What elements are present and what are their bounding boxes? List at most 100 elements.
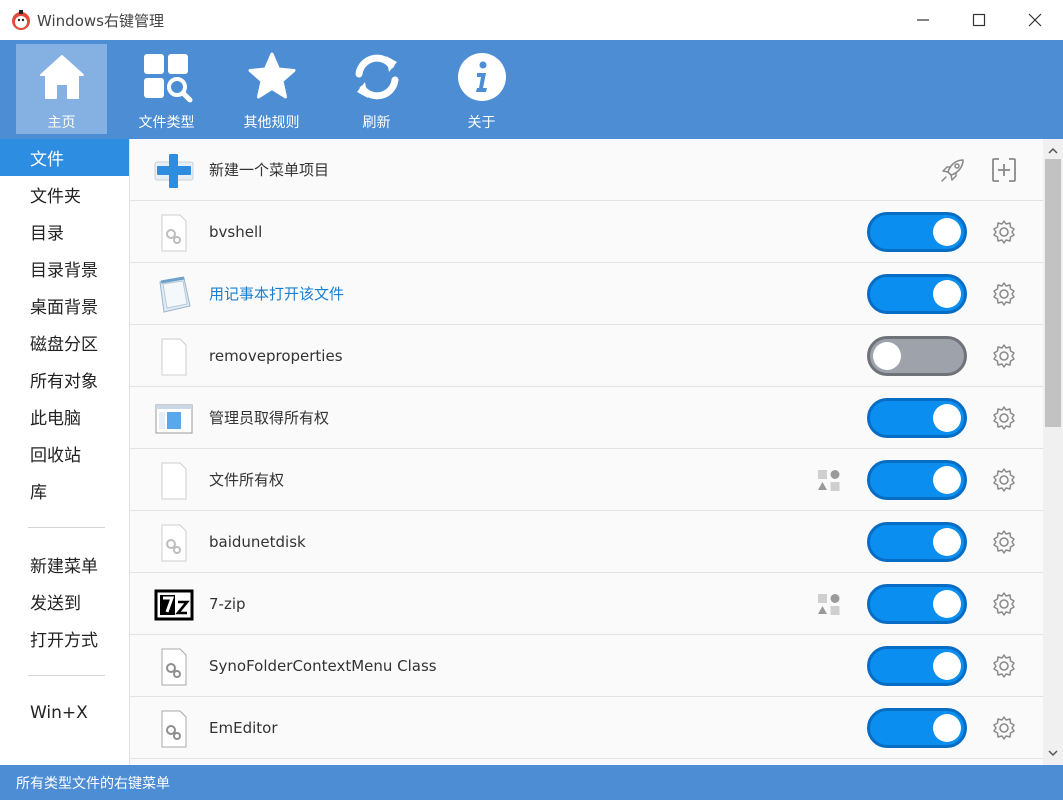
toolbar-refresh-label: 刷新 xyxy=(362,115,391,131)
toolbar-home-button[interactable]: 主页 xyxy=(16,44,107,134)
status-text: 所有类型文件的右键菜单 xyxy=(16,775,170,792)
minimize-icon xyxy=(917,19,929,21)
toolbar-about-label: 关于 xyxy=(467,115,496,131)
maximize-button[interactable] xyxy=(951,0,1007,40)
sidebar-item-all-objects[interactable]: 所有对象 xyxy=(0,361,129,398)
main-toolbar: 主页 文件类型 其他规则 刷新 关于 xyxy=(0,40,1063,139)
menu-item-label: 管理员取得所有权 xyxy=(209,409,330,427)
menu-item-list: 新建一个菜单项目 bvshell 用记事本打开该文件 removepropert… xyxy=(130,139,1043,765)
menu-item-label: baidunetdisk xyxy=(209,532,306,551)
sidebar-item-desktop-background[interactable]: 桌面背景 xyxy=(0,287,129,324)
maximize-icon xyxy=(972,13,986,27)
menu-item-row[interactable]: removeproperties xyxy=(130,325,1043,387)
toolbar-other-rules-button[interactable]: 其他规则 xyxy=(226,44,317,134)
sidebar-item-drive[interactable]: 磁盘分区 xyxy=(0,324,129,361)
menu-item-label: 文件所有权 xyxy=(209,471,285,489)
gear-icon[interactable] xyxy=(991,467,1017,493)
add-item-icon[interactable] xyxy=(990,156,1018,184)
star-icon xyxy=(248,52,295,99)
enable-toggle[interactable] xyxy=(867,398,967,438)
rocket-icon[interactable] xyxy=(938,155,968,185)
gear-icon[interactable] xyxy=(991,715,1017,741)
enable-toggle[interactable] xyxy=(867,212,967,252)
gear-icon[interactable] xyxy=(991,405,1017,431)
menu-item-label: SynoFolderContextMenu Class xyxy=(209,656,437,675)
gear-document-icon xyxy=(154,648,194,686)
gear-document-icon xyxy=(154,710,194,748)
home-icon xyxy=(39,55,84,99)
sidebar-divider xyxy=(28,675,105,676)
sidebar-item-recycle-bin[interactable]: 回收站 xyxy=(0,435,129,472)
toolbar-refresh-button[interactable]: 刷新 xyxy=(331,44,422,134)
menu-item-row[interactable]: 文件所有权 xyxy=(130,449,1043,511)
vertical-scrollbar[interactable] xyxy=(1043,139,1063,765)
status-bar: 所有类型文件的右键菜单 xyxy=(0,765,1063,800)
sidebar-item-folder[interactable]: 文件夹 xyxy=(0,176,129,213)
file-type-search-icon xyxy=(143,54,192,103)
gear-icon[interactable] xyxy=(991,219,1017,245)
gear-document-icon xyxy=(154,214,194,252)
sidebar-item-directory[interactable]: 目录 xyxy=(0,213,129,250)
sidebar-divider xyxy=(28,527,105,528)
sidebar-item-library[interactable]: 库 xyxy=(0,472,129,509)
scroll-up-arrow-icon[interactable] xyxy=(1043,141,1063,161)
menu-item-row[interactable]: 7-zip xyxy=(130,573,1043,635)
sidebar-item-file[interactable]: 文件 xyxy=(0,139,129,176)
gear-icon[interactable] xyxy=(991,281,1017,307)
toolbar-file-types-label: 文件类型 xyxy=(138,115,195,131)
info-icon xyxy=(457,53,506,101)
app-logo-icon xyxy=(12,10,30,30)
sidebar-item-this-pc[interactable]: 此电脑 xyxy=(0,398,129,435)
notepad-icon xyxy=(154,276,194,314)
enable-toggle[interactable] xyxy=(867,646,967,686)
gear-icon[interactable] xyxy=(991,343,1017,369)
menu-item-row[interactable]: 用记事本打开该文件 xyxy=(130,263,1043,325)
blank-document-icon xyxy=(154,462,194,500)
plus-icon xyxy=(154,152,194,190)
sidebar: 文件 文件夹 目录 目录背景 桌面背景 磁盘分区 所有对象 此电脑 回收站 库 … xyxy=(0,139,130,765)
close-button[interactable] xyxy=(1007,0,1063,40)
enable-toggle[interactable] xyxy=(867,336,967,376)
gear-icon[interactable] xyxy=(991,591,1017,617)
blank-document-icon xyxy=(154,338,194,376)
gear-icon[interactable] xyxy=(991,529,1017,555)
toolbar-home-label: 主页 xyxy=(47,115,76,131)
gear-icon[interactable] xyxy=(991,653,1017,679)
menu-item-label: 7-zip xyxy=(209,594,246,613)
new-menu-item-label: 新建一个菜单项目 xyxy=(209,161,330,179)
menu-item-row[interactable]: SynoFolderContextMenu Class xyxy=(130,635,1043,697)
scroll-down-arrow-icon[interactable] xyxy=(1043,743,1063,763)
close-icon xyxy=(1028,13,1042,27)
menu-item-label: bvshell xyxy=(209,222,263,241)
window-icon xyxy=(154,400,194,438)
enable-toggle[interactable] xyxy=(867,584,967,624)
7zip-icon xyxy=(154,586,194,624)
enable-toggle[interactable] xyxy=(867,522,967,562)
enable-toggle[interactable] xyxy=(867,274,967,314)
menu-item-row[interactable]: bvshell xyxy=(130,201,1043,263)
sidebar-item-win-x[interactable]: Win+X xyxy=(0,694,129,731)
sidebar-item-new-menu[interactable]: 新建菜单 xyxy=(0,546,129,583)
enable-toggle[interactable] xyxy=(867,460,967,500)
menu-item-row[interactable]: 管理员取得所有权 xyxy=(130,387,1043,449)
toolbar-other-rules-label: 其他规则 xyxy=(243,115,300,131)
shapes-icon xyxy=(818,594,840,615)
menu-item-label: removeproperties xyxy=(209,346,343,365)
toolbar-about-button[interactable]: 关于 xyxy=(436,44,527,134)
sidebar-item-directory-background[interactable]: 目录背景 xyxy=(0,250,129,287)
window-title: Windows右键管理 xyxy=(37,11,164,30)
toolbar-file-types-button[interactable]: 文件类型 xyxy=(121,44,212,134)
minimize-button[interactable] xyxy=(895,0,951,40)
enable-toggle[interactable] xyxy=(867,708,967,748)
new-menu-item-row[interactable]: 新建一个菜单项目 xyxy=(130,139,1043,201)
title-bar: Windows右键管理 xyxy=(0,0,1063,40)
menu-item-row[interactable]: EmEditor xyxy=(130,697,1043,759)
menu-item-label: 用记事本打开该文件 xyxy=(209,285,345,303)
scrollbar-thumb[interactable] xyxy=(1045,159,1061,427)
sidebar-item-send-to[interactable]: 发送到 xyxy=(0,583,129,620)
refresh-icon xyxy=(355,54,398,100)
menu-item-label: EmEditor xyxy=(209,718,278,737)
menu-item-row[interactable]: baidunetdisk xyxy=(130,511,1043,573)
shapes-icon xyxy=(818,470,840,491)
sidebar-item-open-with[interactable]: 打开方式 xyxy=(0,620,129,657)
